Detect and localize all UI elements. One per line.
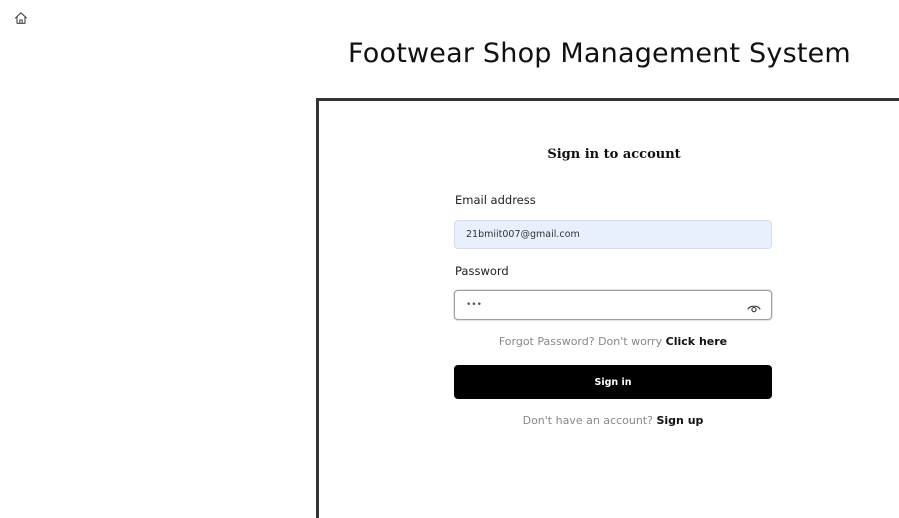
forgot-password-link[interactable]: Click here (666, 335, 727, 348)
signup-prefix: Don't have an account? (522, 414, 653, 427)
password-field[interactable] (455, 291, 735, 319)
eye-icon (747, 305, 761, 313)
form-heading: Sign in to account (547, 147, 681, 162)
password-field-wrapper (454, 290, 772, 320)
home-icon (14, 12, 28, 24)
home-button[interactable] (14, 10, 28, 24)
sign-in-button[interactable]: Sign in (454, 365, 772, 399)
forgot-password-text: Forgot Password? Don't worry Click here (454, 335, 772, 348)
email-field[interactable] (454, 220, 772, 249)
password-label: Password (455, 264, 509, 278)
forgot-password-prefix: Forgot Password? Don't worry (498, 335, 663, 348)
show-password-toggle[interactable] (747, 299, 761, 313)
signup-text: Don't have an account? Sign up (454, 414, 772, 427)
page-title: Footwear Shop Management System (348, 38, 851, 69)
email-label: Email address (455, 193, 536, 207)
sign-up-link[interactable]: Sign up (656, 414, 703, 427)
signin-card: Sign in to account Email address Passwor… (316, 98, 899, 518)
